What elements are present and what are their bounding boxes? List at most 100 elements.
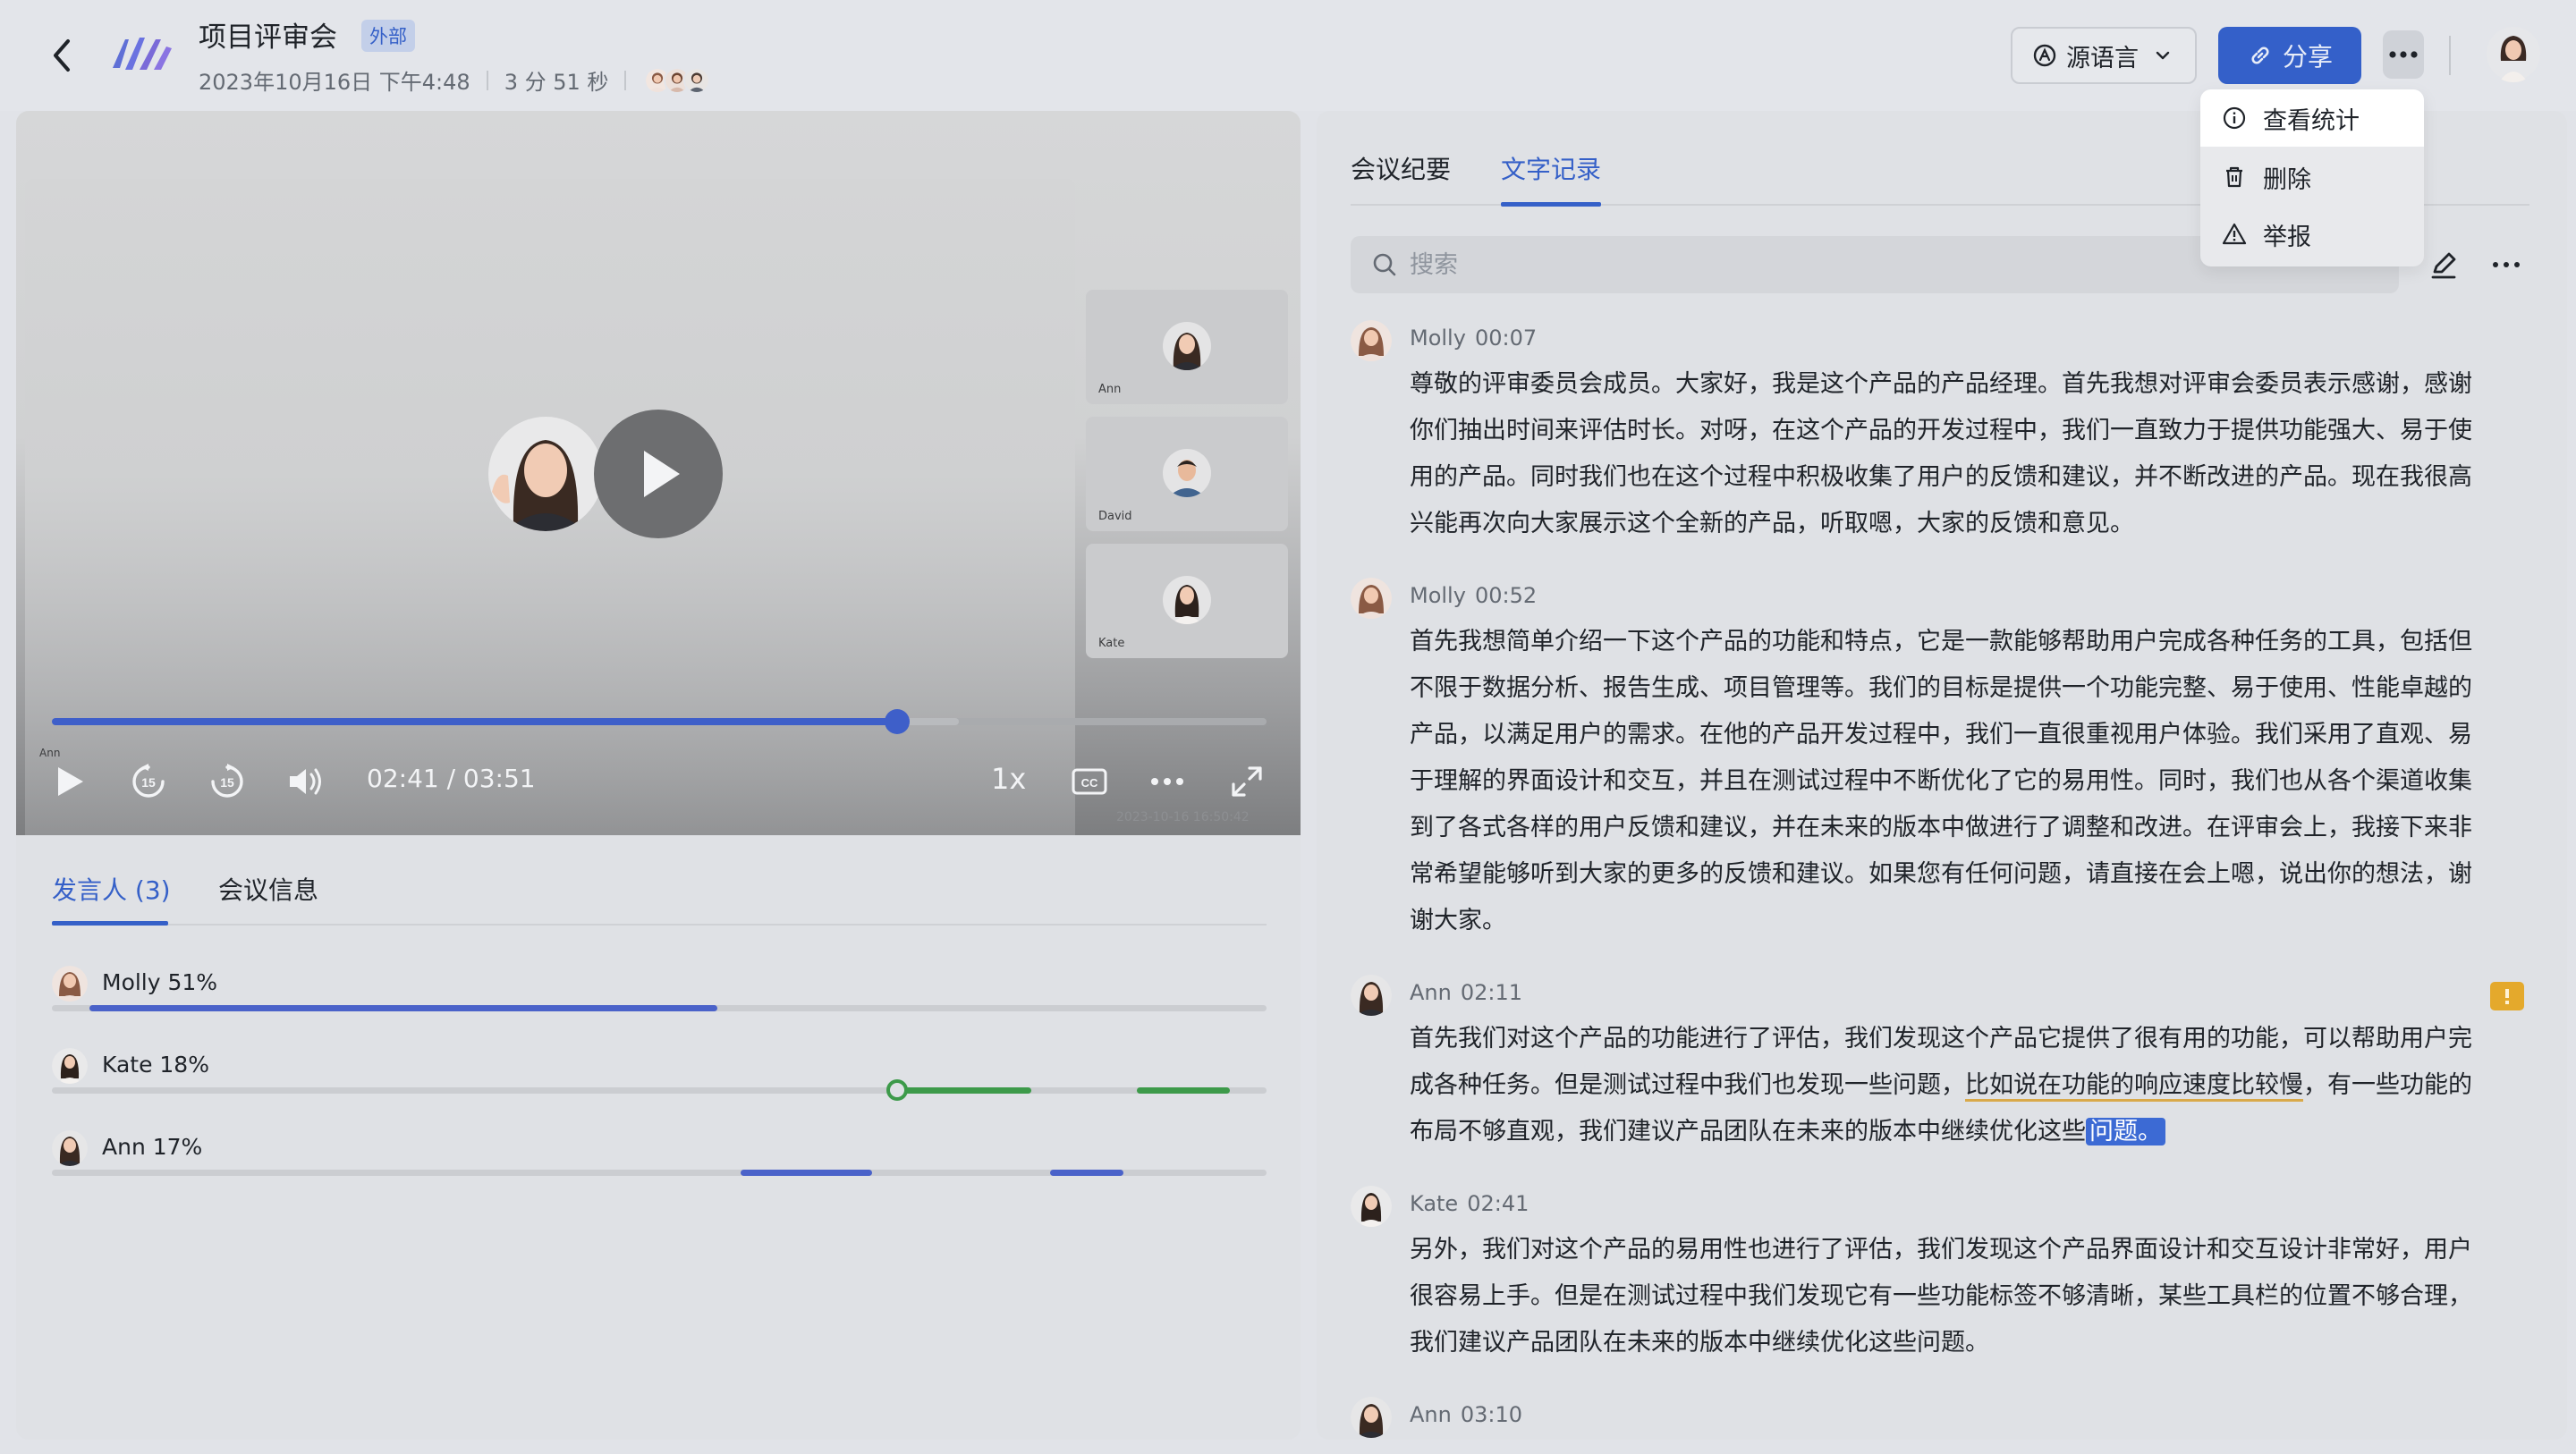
search-input[interactable] (1410, 250, 2215, 279)
selected-text[interactable]: 问题。 (2086, 1118, 2165, 1145)
play-overlay-button[interactable] (594, 410, 723, 538)
meta-divider (624, 70, 627, 90)
ann-avatar (1163, 322, 1211, 370)
speaker-playhead[interactable] (886, 1079, 909, 1101)
speaker-row-molly[interactable]: Molly 51% (52, 966, 1267, 1037)
molly-avatar (52, 966, 88, 1002)
left-panel: Ann David Kate Ann 15 15 02:41 / 03:51 1… (16, 111, 1301, 1440)
progress-handle[interactable] (885, 709, 911, 734)
entry-header: Molly 00:52 (1410, 583, 1537, 608)
back-button[interactable] (45, 34, 80, 77)
thumbnail-david[interactable]: David (1086, 417, 1288, 531)
comment-marker[interactable] (2490, 982, 2524, 1010)
video-progress-bar[interactable] (52, 709, 1267, 734)
tab-speakers[interactable]: 发言人 (3) (52, 871, 171, 907)
menu-item-label: 查看统计 (2263, 106, 2360, 135)
tab-active-indicator (1501, 202, 1601, 207)
speaker-name[interactable]: Ann (1410, 980, 1452, 1005)
speaker-share-label: Molly 51% (102, 969, 218, 995)
transcript-more-button[interactable] (2487, 249, 2526, 281)
participant-avatars[interactable] (644, 66, 711, 94)
speaker-timeline[interactable] (52, 1005, 1267, 1011)
ann-avatar (52, 1130, 88, 1166)
rewind-15-button[interactable]: 15 (127, 760, 170, 803)
video-player[interactable]: Ann David Kate Ann 15 15 02:41 / 03:51 1… (16, 111, 1301, 835)
fullscreen-button[interactable] (1227, 760, 1267, 803)
tab-minutes[interactable]: 会议纪要 (1351, 150, 1451, 186)
speaker-name[interactable]: Kate (1410, 1191, 1458, 1216)
edit-transcript-button[interactable] (2426, 247, 2462, 283)
transcript-text[interactable]: 另外，我们对这个产品的易用性也进行了评估，我们发现这个产品界面设计和交互设计非常… (1410, 1227, 2488, 1366)
search-icon (1373, 253, 1396, 276)
active-speaker-label: Ann (39, 747, 61, 759)
progress-fill (52, 718, 898, 725)
thumbnail-name: Kate (1098, 637, 1125, 650)
play-icon (644, 451, 680, 497)
user-avatar[interactable] (2487, 25, 2540, 82)
speaker-row-kate[interactable]: Kate 18% (52, 1048, 1267, 1120)
meta-divider (486, 70, 488, 90)
thumbnail-kate[interactable]: Kate (1086, 544, 1288, 658)
timestamp[interactable]: 02:41 (1467, 1191, 1529, 1216)
kate-avatar (1163, 576, 1211, 624)
more-options-button[interactable] (2383, 30, 2424, 79)
more-icon (2493, 262, 2520, 267)
speaker-avatar[interactable] (1351, 578, 1392, 619)
speaker-timeline[interactable] (52, 1170, 1267, 1176)
transcript-text[interactable]: 尊敬的评审委员会成员。大家好，我是这个产品的产品经理。首先我想对评审会委员表示感… (1410, 361, 2488, 547)
commented-text[interactable]: 比如说在功能的响应速度比较慢 (1965, 1071, 2303, 1102)
menu-item-report[interactable]: 举报 (2200, 206, 2424, 263)
tab-active-indicator (52, 921, 168, 926)
captions-button[interactable]: CC (1070, 760, 1109, 803)
share-button[interactable]: 分享 (2218, 27, 2361, 84)
player-more-button[interactable] (1147, 760, 1188, 803)
volume-icon (290, 768, 321, 795)
translate-icon (2033, 44, 2056, 67)
david-avatar (1163, 449, 1211, 497)
speaker-video-avatar (488, 417, 603, 531)
thumbnail-ann[interactable]: Ann (1086, 290, 1288, 404)
info-icon (2223, 106, 2246, 130)
more-icon (2389, 51, 2418, 58)
timestamp[interactable]: 00:52 (1475, 583, 1537, 608)
link-icon (2251, 46, 2269, 64)
meeting-title: 项目评审会 (199, 21, 337, 54)
speaker-avatar[interactable] (1351, 320, 1392, 361)
speaker-avatar[interactable] (1351, 1397, 1392, 1438)
timestamp[interactable]: 02:11 (1461, 980, 1522, 1005)
speaker-timeline[interactable] (52, 1079, 1267, 1101)
speaker-avatar[interactable] (1351, 975, 1392, 1016)
speaker-name[interactable]: Ann (1410, 1402, 1452, 1427)
tab-transcript[interactable]: 文字记录 (1501, 150, 1601, 186)
speech-segment[interactable] (740, 1170, 872, 1176)
play-button[interactable] (52, 760, 88, 803)
tab-meeting-info[interactable]: 会议信息 (218, 871, 318, 907)
speech-segment[interactable] (1136, 1087, 1231, 1094)
edit-icon (2431, 252, 2456, 279)
forward-15-button[interactable]: 15 (206, 760, 249, 803)
speaker-name[interactable]: Molly (1410, 325, 1466, 351)
menu-item-label: 删除 (2263, 165, 2311, 194)
more-icon (1151, 778, 1183, 785)
timestamp[interactable]: 00:07 (1475, 325, 1537, 351)
speaker-avatar[interactable] (1351, 1186, 1392, 1227)
transcript-text[interactable]: 首先我们对这个产品的功能进行了评估，我们发现这个产品它提供了很有用的功能，可以帮… (1410, 1016, 2488, 1155)
playback-speed-button[interactable]: 1x (991, 762, 1026, 796)
menu-item-view-stats[interactable]: 查看统计 (2200, 89, 2424, 147)
menu-item-label: 举报 (2263, 223, 2311, 251)
speech-segment[interactable] (897, 1087, 1031, 1094)
menu-item-delete[interactable]: 删除 (2200, 148, 2424, 206)
speaker-name[interactable]: Molly (1410, 583, 1466, 608)
tab-baseline (52, 924, 1267, 926)
svg-text:CC: CC (1081, 776, 1098, 790)
timestamp[interactable]: 03:10 (1461, 1402, 1522, 1427)
speech-segment[interactable] (1050, 1170, 1123, 1176)
speech-segment[interactable] (89, 1005, 718, 1011)
speaker-share-label: Ann 17% (102, 1134, 203, 1160)
top-bar: 项目评审会 外部 2023年10月16日 下午4:48 3 分 51 秒 源语言… (0, 0, 2576, 111)
speaker-row-ann[interactable]: Ann 17% (52, 1130, 1267, 1202)
entry-header: Kate 02:41 (1410, 1191, 1529, 1216)
source-language-dropdown[interactable]: 源语言 (2011, 27, 2197, 84)
volume-button[interactable] (284, 760, 327, 803)
transcript-text[interactable]: 首先我想简单介绍一下这个产品的功能和特点，它是一款能够帮助用户完成各种任务的工具… (1410, 619, 2488, 944)
